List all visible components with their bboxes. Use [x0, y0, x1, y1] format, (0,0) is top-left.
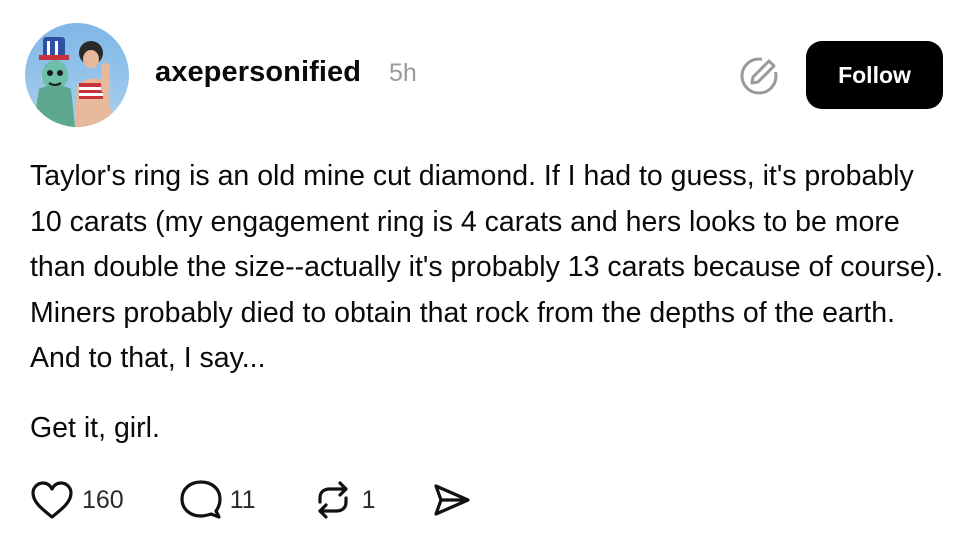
like-button[interactable]: 160: [30, 480, 124, 520]
username[interactable]: axepersonified: [155, 56, 361, 89]
like-count: 160: [82, 485, 124, 514]
repost-count: 1: [361, 485, 376, 514]
post-paragraph: Taylor's ring is an old mine cut diamond…: [30, 160, 944, 374]
avatar-image: [25, 23, 129, 127]
reply-count: 11: [229, 485, 256, 514]
repost-arrows-icon: [318, 481, 348, 519]
post-paragraph: Get it, girl.: [30, 411, 160, 444]
pencil-circle-icon[interactable]: [738, 55, 780, 97]
speech-bubble-icon: [180, 480, 222, 519]
action-bar: 160 11 1: [30, 478, 472, 522]
reply-button[interactable]: 11: [180, 479, 256, 521]
heart-icon: [31, 481, 73, 519]
send-arrow-icon: [433, 484, 470, 516]
post-body: Taylor's ring is an old mine cut diamond…: [30, 154, 950, 451]
share-button[interactable]: [432, 480, 472, 520]
follow-button[interactable]: Follow: [806, 41, 943, 109]
post-timestamp: 5h: [389, 59, 417, 87]
avatar[interactable]: [25, 23, 129, 127]
repost-button[interactable]: 1: [312, 480, 376, 520]
